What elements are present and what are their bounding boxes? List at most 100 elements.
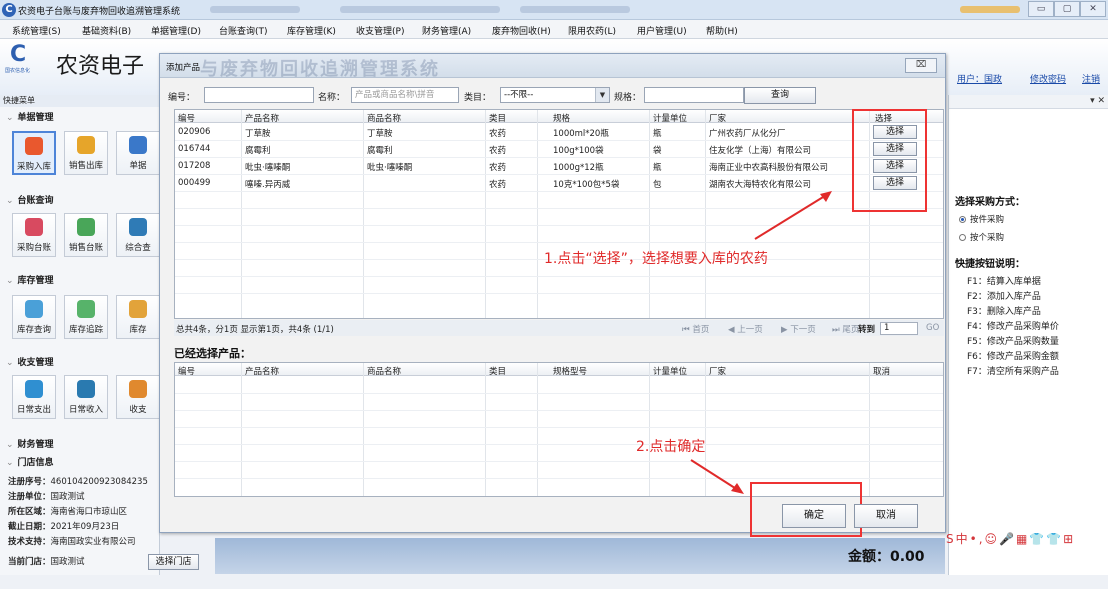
change-password-link[interactable]: 修改密码 xyxy=(1030,72,1066,85)
menu-cash[interactable]: 收支管理(P) xyxy=(356,24,404,37)
app-logo-icon: C xyxy=(2,3,16,17)
chevron-icon: ⌄ xyxy=(6,440,14,450)
tile-sales-ledger[interactable]: 销售台账 xyxy=(64,213,108,257)
category-select[interactable]: --不限-- ▼ xyxy=(500,87,610,103)
row3-maker: 海南正业中农高科股份有限公司 xyxy=(709,163,829,173)
pager-go-button[interactable]: GO xyxy=(926,323,939,333)
info-reg-no: 注册序号：460104200923084235 xyxy=(8,477,148,487)
row2-category: 农药 xyxy=(489,146,507,156)
total-bar xyxy=(215,538,945,574)
sel-col-cancel: 取消 xyxy=(873,367,891,377)
row2-goods: 腐霉利 xyxy=(367,146,393,156)
pager-summary: 总共4条，分1页 显示第1页，共4条 (1/1) xyxy=(176,325,334,335)
info-unit: 注册单位：国政测试 xyxy=(8,492,85,502)
annotation-step2: 2.点击确定 xyxy=(636,439,706,455)
blurred-tab xyxy=(960,6,1020,13)
menu-stock[interactable]: 库存管理(K) xyxy=(287,24,336,37)
chevron-icon: ⌄ xyxy=(6,196,14,206)
row3-spec: 1000g*12瓶 xyxy=(553,163,604,173)
maximize-button[interactable]: ▢ xyxy=(1054,1,1080,17)
sel-col-category: 类目 xyxy=(489,367,507,377)
minimize-button[interactable]: ▭ xyxy=(1028,1,1054,17)
tile-daily-expense[interactable]: 日常支出 xyxy=(12,375,56,419)
panel-toolbar: ▾ ✕ xyxy=(949,95,1108,109)
menu-system[interactable]: 系统管理(S) xyxy=(12,24,61,37)
spec-input[interactable] xyxy=(644,87,744,103)
brand-logo-icon: C xyxy=(10,42,27,67)
row1-unit: 瓶 xyxy=(653,129,662,139)
brand-logo-sub: 国农信息化 xyxy=(5,68,31,74)
chevron-icon: ⌄ xyxy=(6,276,14,286)
tile-purchase-ledger[interactable]: 采购台账 xyxy=(12,213,56,257)
tile-stock-more[interactable]: 库存 xyxy=(116,295,160,339)
logout-link[interactable]: 注销 xyxy=(1082,72,1100,85)
row4-spec: 10克*100包*5袋 xyxy=(553,180,620,190)
pager-next[interactable]: ▶ 下一页 xyxy=(781,323,816,335)
tile-sales-out[interactable]: 销售出库 xyxy=(64,131,108,175)
pager-page-input[interactable]: 1 xyxy=(880,322,918,335)
house-icon xyxy=(25,300,43,318)
blurred-tab xyxy=(520,6,630,13)
menu-help[interactable]: 帮助(H) xyxy=(706,24,738,37)
radio-by-item[interactable]: 按个采购 xyxy=(959,231,1004,243)
shortcut-f6: F6：修改产品采购金额 xyxy=(967,352,1059,362)
menu-ledger[interactable]: 台账查询(T) xyxy=(219,24,268,37)
select-column-highlight xyxy=(852,109,927,212)
menu-waste[interactable]: 废弃物回收(H) xyxy=(492,24,551,37)
code-label: 编号： xyxy=(168,93,196,103)
dialog-close-button[interactable]: ⌧ xyxy=(905,58,937,73)
section-finance[interactable]: ⌄ 财务管理 xyxy=(6,437,54,450)
row3-goods: 吡虫·噻嗪酮 xyxy=(367,163,413,173)
tile-combined-query[interactable]: 综合查 xyxy=(116,213,160,257)
radio-by-piece[interactable]: 按件采购 xyxy=(959,213,1004,225)
tile-daily-income[interactable]: 日常收入 xyxy=(64,375,108,419)
confirm-button[interactable]: 确定 xyxy=(782,504,846,528)
info-support: 技术支持：海南国政实业有限公司 xyxy=(8,537,136,547)
menu-restricted[interactable]: 限用农药(L) xyxy=(568,24,616,37)
right-panel: ▾ ✕ 选择采购方式： 按件采购 按个采购 快捷按钮说明： F1：结算入库单据 … xyxy=(948,95,1108,575)
cart-ledger-icon xyxy=(25,218,43,236)
section-store[interactable]: ⌄ 门店信息 xyxy=(6,455,54,468)
tile-bill-query[interactable]: 单据 xyxy=(116,131,160,175)
query-button[interactable]: 查询 xyxy=(744,87,816,104)
pager-last[interactable]: ⏭ 尾页 xyxy=(832,323,859,335)
panel-close-icon[interactable]: ▾ ✕ xyxy=(1090,96,1105,106)
sel-col-product: 产品名称 xyxy=(245,367,280,377)
section-ledger[interactable]: ⌄ 台账查询 xyxy=(6,193,54,206)
section-bill[interactable]: ⌄ 单据管理 xyxy=(6,110,54,123)
row3-code: 017208 xyxy=(178,161,211,171)
col-category: 类目 xyxy=(489,114,507,124)
sales-ledger-icon xyxy=(77,218,95,236)
current-user-link[interactable]: 用户：国政 xyxy=(957,72,1002,85)
radio-unchecked-icon xyxy=(959,234,966,241)
name-input[interactable]: 产品或商品名称\拼音 xyxy=(351,87,459,103)
section-cash[interactable]: ⌄ 收支管理 xyxy=(6,355,54,368)
tile-stock-trace[interactable]: 库存追踪 xyxy=(64,295,108,339)
menu-finance[interactable]: 财务管理(A) xyxy=(422,24,471,37)
col-product: 产品名称 xyxy=(245,114,280,124)
menu-users[interactable]: 用户管理(U) xyxy=(637,24,687,37)
section-stock[interactable]: ⌄ 库存管理 xyxy=(6,273,54,286)
shortcut-f3: F3：删除入库产品 xyxy=(967,307,1041,317)
tile-purchase-in[interactable]: 采购入库 xyxy=(12,131,56,175)
close-window-button[interactable]: ✕ xyxy=(1080,1,1106,17)
pager-first[interactable]: ⏮ 首页 xyxy=(682,323,709,335)
ime-toolbar[interactable]: S中•,☺🎤▦👕👕⊞ xyxy=(946,530,1106,550)
sel-col-goods: 商品名称 xyxy=(367,367,402,377)
sel-col-code: 编号 xyxy=(178,367,196,377)
row4-code: 000499 xyxy=(178,178,211,188)
pager-prev[interactable]: ◀ 上一页 xyxy=(728,323,763,335)
tile-stock-query[interactable]: 库存查询 xyxy=(12,295,56,339)
blurred-tab xyxy=(210,6,300,13)
select-store-button[interactable]: 选择门店 xyxy=(148,554,199,570)
dialog-title: 添加产品 xyxy=(166,63,201,73)
row2-maker: 住友化学（上海）有限公司 xyxy=(709,146,812,156)
code-input[interactable] xyxy=(204,87,314,103)
pager-goto-label: 转到 xyxy=(858,325,876,335)
chevron-icon: ⌄ xyxy=(6,458,14,468)
tile-cash-more[interactable]: 收支 xyxy=(116,375,160,419)
cancel-button[interactable]: 取消 xyxy=(854,504,918,528)
menu-bills[interactable]: 单据管理(D) xyxy=(151,24,201,37)
shortcut-f5: F5：修改产品采购数量 xyxy=(967,337,1059,347)
menu-basic[interactable]: 基础资料(B) xyxy=(82,24,131,37)
